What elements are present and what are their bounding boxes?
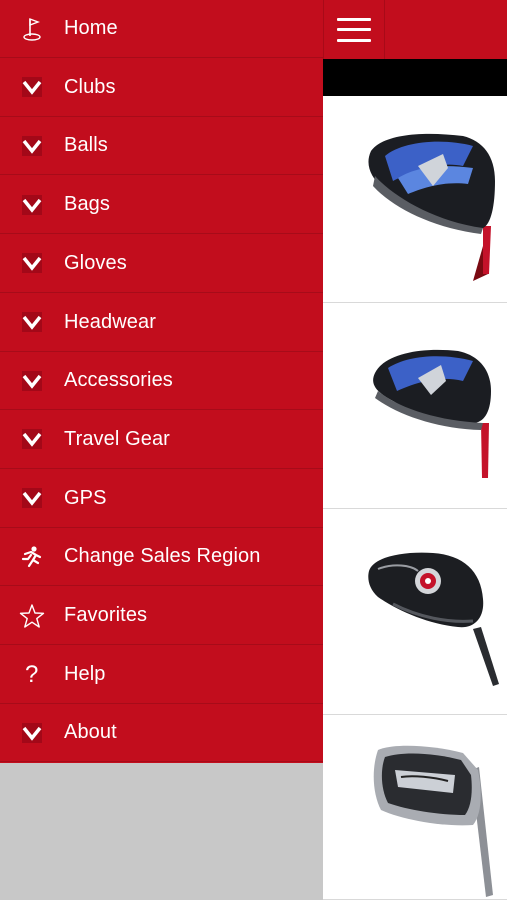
menu-item-gloves[interactable]: Gloves — [0, 235, 323, 293]
svg-text:?: ? — [25, 661, 38, 687]
menu-item-label: GPS — [64, 486, 107, 509]
menu-item-travel-gear[interactable]: Travel Gear — [0, 411, 323, 469]
menu-item-label: Travel Gear — [64, 427, 170, 450]
chevron-down-icon — [0, 293, 64, 351]
menu-item-label: Headwear — [64, 310, 156, 333]
chevron-down-icon — [0, 234, 64, 292]
menu-item-accessories[interactable]: Accessories — [0, 352, 323, 411]
driver-head-image — [368, 133, 495, 281]
chevron-down-icon — [0, 352, 64, 410]
menu-item-label: About — [64, 721, 117, 744]
product-item-iron[interactable] — [323, 715, 507, 900]
hamburger-icon — [337, 17, 371, 42]
product-item-fairway[interactable] — [323, 303, 507, 509]
menu-item-label: Accessories — [64, 369, 173, 392]
menu-item-home[interactable]: Home — [0, 0, 323, 58]
chevron-down-icon — [0, 117, 64, 175]
chevron-down-icon — [0, 176, 64, 234]
menu-item-about[interactable]: About — [0, 704, 323, 763]
hybrid-head-image — [368, 552, 499, 686]
menu-item-change-sales-region[interactable]: Change Sales Region — [0, 528, 323, 587]
fairway-wood-head-image — [373, 349, 491, 478]
product-list — [323, 96, 507, 900]
flag-icon — [0, 0, 64, 58]
question-icon: ? — [0, 645, 64, 703]
chevron-down-icon — [0, 469, 64, 527]
product-item-hybrid[interactable] — [323, 509, 507, 715]
side-drawer-menu: Home Clubs Balls Bags Gloves Headwear Ac… — [0, 0, 323, 763]
menu-item-label: Change Sales Region — [64, 545, 261, 568]
drawer-empty-area — [0, 763, 323, 900]
section-header-bar — [323, 59, 507, 96]
iron-head-image — [373, 745, 493, 897]
menu-item-help[interactable]: ? Help — [0, 646, 323, 704]
chevron-down-icon — [0, 58, 64, 116]
menu-item-gps[interactable]: GPS — [0, 470, 323, 528]
product-item-driver[interactable] — [323, 96, 507, 303]
menu-item-label: Clubs — [64, 75, 116, 98]
menu-item-headwear[interactable]: Headwear — [0, 294, 323, 352]
running-person-icon — [0, 528, 64, 586]
menu-item-label: Home — [64, 17, 118, 39]
star-icon — [0, 587, 64, 645]
menu-item-clubs[interactable]: Clubs — [0, 59, 323, 117]
menu-item-balls[interactable]: Balls — [0, 117, 323, 176]
menu-item-label: Balls — [64, 134, 108, 157]
menu-item-label: Favorites — [64, 604, 148, 626]
chevron-down-icon — [0, 410, 64, 468]
menu-item-label: Gloves — [64, 251, 127, 274]
menu-item-label: Help — [64, 662, 106, 685]
menu-item-favorites[interactable]: Favorites — [0, 587, 323, 645]
menu-item-bags[interactable]: Bags — [0, 176, 323, 235]
menu-toggle-button[interactable] — [323, 0, 385, 59]
chevron-down-icon — [0, 704, 64, 762]
menu-item-label: Bags — [64, 193, 110, 216]
